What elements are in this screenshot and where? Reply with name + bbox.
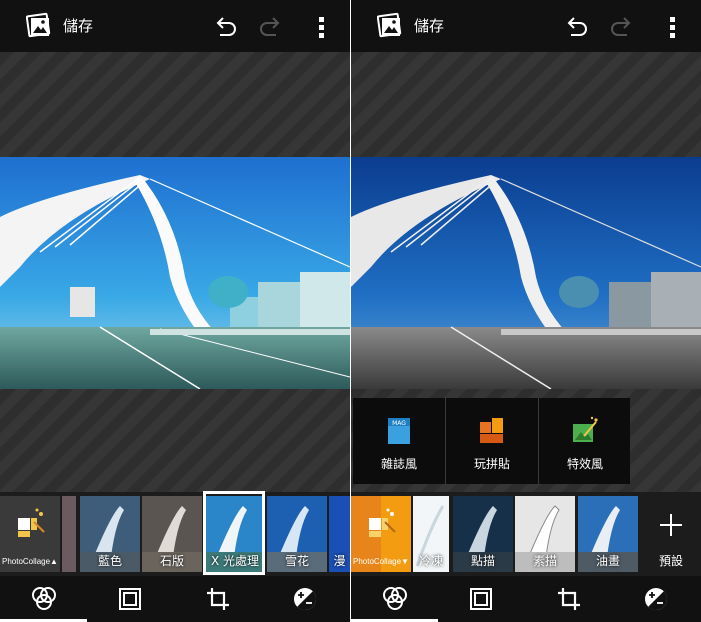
magazine-option[interactable]: MAG 雜誌風: [353, 398, 445, 484]
filter-label: 冷凍: [418, 554, 443, 568]
filter-thumb[interactable]: 雪花: [267, 496, 327, 572]
collage-popup-menu: MAG 雜誌風 玩拼貼 特效風: [353, 398, 630, 484]
svg-text:MAG: MAG: [392, 420, 406, 427]
redo-icon[interactable]: [609, 14, 635, 40]
tab-adjust[interactable]: [262, 576, 349, 622]
preset-button[interactable]: 預設: [641, 496, 701, 572]
right-screen: 儲存 MAG 雜誌風 玩拼貼 特效風 PhotoCollage▼ 冷凍 點描 素…: [351, 0, 701, 622]
filter-label: 點描: [470, 554, 495, 568]
bottom-tabs: [0, 576, 350, 622]
tab-crop[interactable]: [175, 576, 262, 622]
filter-thumb[interactable]: 石版: [142, 496, 202, 572]
gallery-icon[interactable]: [25, 11, 52, 39]
photocollage-label: PhotoCollage▼: [353, 557, 409, 566]
more-vert-icon[interactable]: [664, 14, 682, 40]
tab-frame[interactable]: [87, 576, 174, 622]
filter-thumb[interactable]: 冷凍: [413, 496, 449, 572]
filter-label: 素描: [532, 554, 557, 568]
effect-style-label: 特效風: [566, 457, 603, 471]
edited-photo: [0, 157, 350, 390]
frame-icon: [470, 588, 492, 610]
left-screen: 儲存 PhotoCollage▲ 藍色 石版 X 光處理 雪花 漫: [0, 0, 350, 622]
filter-thumb[interactable]: 藍色: [80, 496, 140, 572]
more-vert-icon[interactable]: [313, 14, 331, 40]
collage-label: 玩拼貼: [473, 457, 510, 471]
selected-filter-frame: [203, 491, 265, 575]
filter-thumb-partial[interactable]: [62, 496, 76, 572]
plus-icon: [660, 514, 682, 536]
crop-icon: [558, 588, 580, 610]
filter-thumb[interactable]: 點描: [453, 496, 513, 572]
adjust-icon: [645, 588, 668, 611]
undo-icon[interactable]: [212, 14, 238, 40]
effects-icon: [383, 587, 407, 610]
top-bar: 儲存: [351, 0, 701, 52]
photocollage-tile-active[interactable]: PhotoCollage▼: [351, 496, 411, 572]
redo-icon[interactable]: [258, 14, 284, 40]
crop-icon: [207, 588, 229, 610]
filter-strip: PhotoCollage▼ 冷凍 點描 素描 油畫 預設: [351, 492, 701, 576]
adjust-icon: [294, 588, 317, 611]
filter-thumb-partial[interactable]: 漫: [329, 496, 350, 572]
gallery-icon[interactable]: [376, 11, 403, 39]
filter-label: 油畫: [595, 554, 620, 568]
tab-adjust[interactable]: [613, 576, 700, 622]
edited-photo: [351, 157, 701, 390]
save-button[interactable]: 儲存: [414, 15, 444, 36]
save-button[interactable]: 儲存: [63, 15, 93, 36]
collage-option[interactable]: 玩拼貼: [446, 398, 538, 484]
filter-label: 雪花: [284, 554, 309, 568]
effects-icon: [32, 587, 56, 610]
filter-strip: PhotoCollage▲ 藍色 石版 X 光處理 雪花 漫: [0, 491, 350, 576]
magazine-icon: MAG: [388, 418, 410, 444]
tab-crop[interactable]: [526, 576, 613, 622]
bottom-tabs: [351, 576, 701, 622]
photocollage-tile[interactable]: PhotoCollage▲: [0, 496, 60, 572]
filter-label: 藍色: [97, 554, 122, 568]
top-bar: 儲存: [0, 0, 350, 52]
tab-frame[interactable]: [438, 576, 525, 622]
screens-container: 儲存 PhotoCollage▲ 藍色 石版 X 光處理 雪花 漫 儲存 MAG…: [0, 0, 701, 622]
preset-label: 預設: [658, 554, 683, 568]
effect-style-option[interactable]: 特效風: [539, 398, 631, 484]
filter-label: 石版: [159, 554, 184, 568]
magazine-label: 雜誌風: [380, 457, 417, 471]
filter-thumb[interactable]: 油畫: [578, 496, 638, 572]
filter-thumb[interactable]: 素描: [515, 496, 575, 572]
frame-icon: [119, 588, 141, 610]
undo-icon[interactable]: [563, 14, 589, 40]
tab-effects[interactable]: [351, 576, 438, 622]
photocollage-label: PhotoCollage▲: [2, 557, 58, 566]
tab-effects[interactable]: [0, 576, 87, 622]
collage-icon: [480, 418, 503, 443]
filter-label: 漫: [333, 554, 346, 568]
effect-style-icon: [573, 416, 598, 442]
